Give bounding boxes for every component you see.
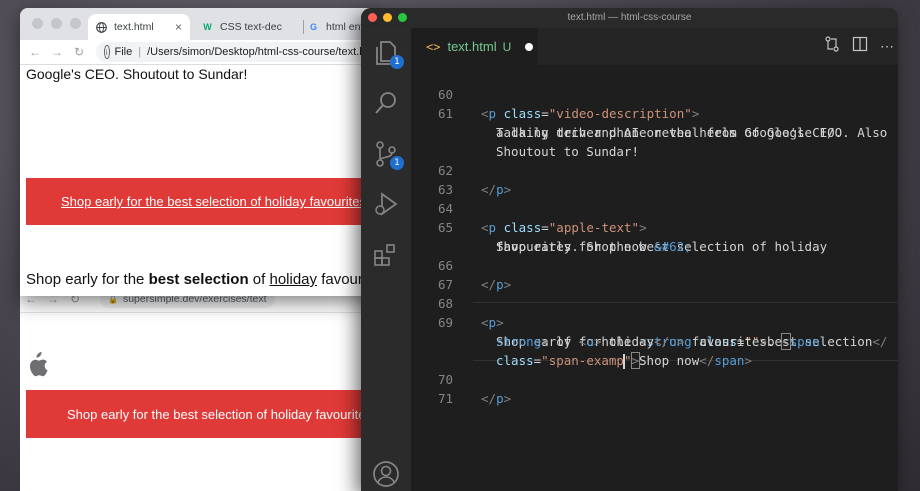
apple-text-banner: Shop early for the best selection of hol… <box>26 178 380 225</box>
address-separator: | <box>138 46 142 58</box>
explorer-icon[interactable]: 1 <box>372 39 404 69</box>
open-changes-icon[interactable] <box>824 36 840 57</box>
code-line: 61 Talking tech and AI on the heels of G… <box>411 85 898 140</box>
tab-css-text-decoration[interactable]: W CSS text-dec <box>196 14 312 40</box>
vscode-window: text.html — html-css-course 1 1 <> text.… <box>361 8 898 491</box>
close-window-button[interactable] <box>32 18 43 29</box>
unsaved-dot-icon[interactable] <box>525 42 534 51</box>
forward-icon[interactable]: → <box>46 45 68 59</box>
code-editor[interactable]: 60 <p class="video-description"> 61 Talk… <box>411 65 898 491</box>
tab-label: CSS text-dec <box>220 21 282 33</box>
extensions-icon[interactable] <box>372 241 400 269</box>
search-icon[interactable] <box>372 89 400 117</box>
address-scheme: File <box>114 46 133 58</box>
code-line-wrapped: favourites. Shop now &#62; <box>411 218 898 254</box>
more-actions-icon[interactable]: ⋯ <box>880 38 894 55</box>
tab-label: text.html <box>114 21 154 33</box>
explorer-badge: 1 <box>390 55 404 69</box>
paragraph-text: Shop early for the <box>26 271 149 288</box>
apple-logo-icon <box>29 352 48 377</box>
background-browser-window: ← → ↻ 🔒 supersimple.dev/exercises/text S… <box>20 288 380 491</box>
token: p <box>496 391 504 406</box>
code-line: 70 </p> <box>411 351 898 406</box>
back-icon[interactable]: ← <box>24 45 46 59</box>
apple-style-red-banner: Shop early for the best selection of hol… <box>26 390 380 438</box>
code-line: 66 </p> <box>411 237 898 292</box>
browser-toolbar: ← → ↻ i File | /Users/simon/Desktop/html… <box>20 40 380 65</box>
code-line: 60 <p class="video-description"> <box>411 66 898 121</box>
editor-tabs-bar: <> text.html U ⋯ <box>411 28 898 65</box>
google-favicon-icon: G <box>309 22 317 32</box>
code-line-wrapped: Shoutout to Sundar! <box>411 123 898 159</box>
holiday-link[interactable]: Shop early for the best selection of hol… <box>61 194 366 209</box>
code-line: 65 Shop early for the best selection of … <box>411 199 898 254</box>
strong-text: best selection <box>148 271 249 288</box>
line-number: 71 <box>437 391 453 406</box>
holiday-paragraph: Shop early for the best selection of hol… <box>26 271 380 288</box>
token: > <box>503 391 512 406</box>
front-browser-window: text.html × W CSS text-dec G html entity… <box>20 8 380 296</box>
window-controls <box>32 18 81 29</box>
close-tab-icon[interactable]: × <box>175 20 182 34</box>
tab-text-html[interactable]: text.html × <box>88 14 190 40</box>
html-file-icon: <> <box>426 39 441 54</box>
video-description-text: Google's CEO. Shoutout to Sundar! <box>26 66 248 82</box>
minimize-window-button[interactable] <box>383 13 392 22</box>
code-line: 62 </p> <box>411 142 898 197</box>
editor-tab-filename: text.html <box>447 39 497 54</box>
code-line: 69 Shop early for the <strong class="">b… <box>411 294 898 349</box>
editor-tab-text-html[interactable]: <> text.html U <box>411 28 538 65</box>
w3schools-favicon-icon: W <box>203 22 212 32</box>
code-line: 63 <box>411 161 898 197</box>
tab-strip: text.html × W CSS text-dec G html entity <box>20 8 380 40</box>
run-debug-icon[interactable] <box>372 190 400 218</box>
apple-banner-text: Shop early for the best selection of hol… <box>67 406 380 422</box>
address-path: /Users/simon/Desktop/html-css-course/tex… <box>147 46 380 58</box>
vscode-titlebar: text.html — html-css-course <box>361 8 898 28</box>
globe-icon <box>96 21 107 33</box>
minimize-window-button[interactable] <box>51 18 62 29</box>
editor-actions: ⋯ <box>824 28 898 65</box>
token: </ <box>481 391 497 406</box>
toolbar-divider <box>20 312 380 313</box>
split-editor-icon[interactable] <box>852 36 868 57</box>
zoom-window-button[interactable] <box>70 18 81 29</box>
code-line-wrapped: a daily driver phone reveal from Google'… <box>411 104 898 140</box>
paragraph-text: of <box>248 271 270 288</box>
source-control-icon[interactable]: 1 <box>372 140 404 170</box>
accounts-icon[interactable] <box>372 460 400 488</box>
code-line: 67 <box>411 256 898 292</box>
code-line: 68 <p> <box>411 275 898 330</box>
info-icon[interactable]: i <box>104 45 110 59</box>
code-line: 71 <box>411 370 898 406</box>
untracked-status: U <box>502 39 512 54</box>
zoom-window-button[interactable] <box>398 13 407 22</box>
reload-icon[interactable]: ↻ <box>68 45 90 59</box>
code-line-wrapped: strong> of <u>holiday</u> favourites. <s… <box>411 313 898 350</box>
address-bar[interactable]: i File | /Users/simon/Desktop/html-css-c… <box>96 42 380 62</box>
underlined-text: holiday <box>269 271 318 288</box>
close-window-button[interactable] <box>368 13 377 22</box>
window-title: text.html — html-css-course <box>567 12 692 23</box>
activity-bar: 1 1 <box>361 28 411 491</box>
code-line-wrapped: class="span-examp">Shop now</span> <box>496 352 752 369</box>
rendered-page: Google's CEO. Shoutout to Sundar! Shop e… <box>20 65 380 296</box>
source-control-badge: 1 <box>390 156 404 170</box>
window-controls <box>368 13 407 22</box>
code-line: 64 <p class="apple-text"> <box>411 180 898 235</box>
